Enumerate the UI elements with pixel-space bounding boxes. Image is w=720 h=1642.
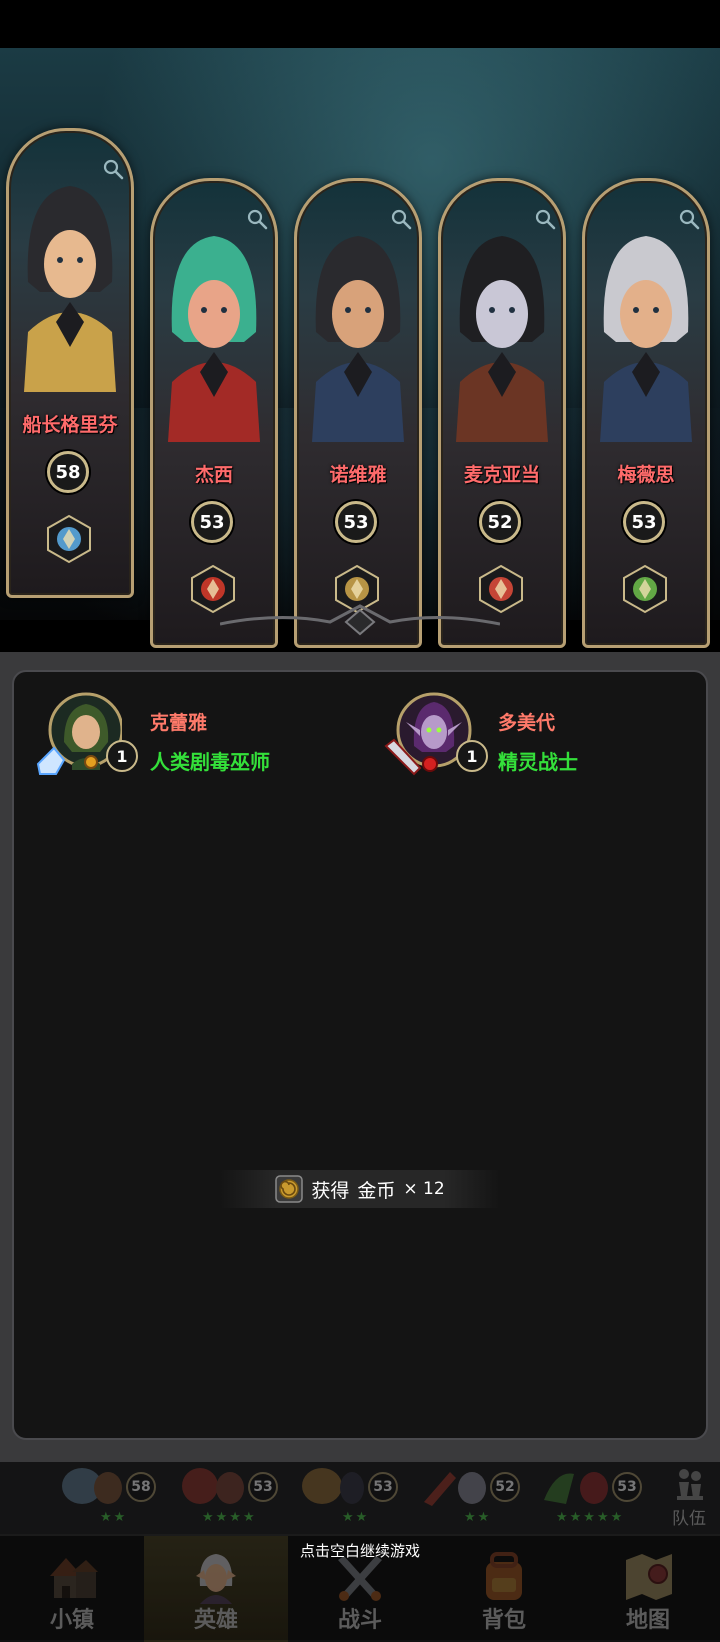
hero-name: 杰西 (194, 464, 233, 486)
hero-level-badge: 53 (191, 501, 233, 543)
recruit-card-claire[interactable]: 1 克蕾雅 人类剧毒巫师 (34, 682, 334, 782)
toast-prefix: 获得 (311, 1179, 350, 1202)
hero-level-badge: 52 (479, 501, 521, 543)
hero-portrait (312, 236, 404, 442)
hero-portrait (24, 186, 116, 392)
team-portrait (182, 1468, 244, 1504)
hero-level-badge: 53 (335, 501, 377, 543)
nav-label: 战斗 (337, 1608, 382, 1633)
team-slot[interactable]: 53 ★★ (292, 1462, 402, 1534)
hero-portrait (600, 236, 692, 442)
magnify-icon[interactable] (678, 208, 700, 230)
recruit-class: 人类剧毒巫师 (150, 750, 270, 774)
hero-name: 船长格里芬 (22, 414, 118, 436)
team-slot[interactable]: 52 ★★ (414, 1462, 524, 1534)
hero-card-jesse[interactable]: 杰西 53 (150, 178, 278, 648)
toast-count: × 12 (403, 1179, 445, 1199)
team-level-badge: 58 (126, 1472, 156, 1502)
hero-name: 麦克亚当 (463, 464, 540, 486)
hero-name: 诺维雅 (329, 464, 387, 486)
recruit-class: 精灵战士 (498, 750, 578, 774)
team-label: 队伍 (672, 1509, 706, 1529)
chess-pawn-icon (677, 1469, 703, 1500)
recruit-level-badge: 1 (106, 740, 138, 772)
team-portrait (62, 1468, 122, 1504)
status-bar (0, 0, 720, 48)
toast-item: 金币 (357, 1179, 396, 1202)
team-level-badge: 52 (490, 1472, 520, 1502)
nav-label: 背包 (481, 1608, 526, 1633)
nav-label: 英雄 (193, 1608, 238, 1633)
hero-card-mavis[interactable]: 梅薇思 53 (582, 178, 710, 648)
magnify-icon[interactable] (534, 208, 556, 230)
star-rating: ★★ (100, 1510, 128, 1525)
reward-toast: 获得 金币 × 12 (220, 1170, 500, 1208)
hero-card-mcadam[interactable]: 麦克亚当 52 (438, 178, 566, 648)
star-rating: ★★ (342, 1510, 370, 1525)
team-button[interactable]: 队伍 (658, 1462, 720, 1534)
hero-card-novia[interactable]: 诺维雅 53 (294, 178, 422, 648)
team-portrait (544, 1472, 608, 1504)
bow-icon (623, 564, 667, 614)
team-slot[interactable]: 53 ★★★★ (172, 1462, 282, 1534)
hero-level-badge: 58 (47, 451, 89, 493)
team-level-badge: 53 (248, 1472, 278, 1502)
star-rating: ★★ (464, 1510, 492, 1525)
team-level-badge: 53 (368, 1472, 398, 1502)
team-portrait (302, 1468, 364, 1504)
orb-staff-icon (47, 514, 91, 564)
hero-portrait (168, 236, 260, 442)
magnify-icon[interactable] (246, 208, 268, 230)
team-strip: 58 ★★ 53 ★★★★ 53 ★★ 52 ★★ 53 ★★★★★ (0, 1462, 720, 1534)
divider-ornament (220, 604, 500, 636)
coin-icon (275, 1175, 304, 1203)
hero-portrait (456, 236, 548, 442)
magnify-icon[interactable] (390, 208, 412, 230)
star-rating: ★★★★ (202, 1510, 257, 1525)
hero-name: 梅薇思 (617, 464, 675, 486)
continue-hint[interactable]: 点击空白继续游戏 (0, 1540, 720, 1561)
nav-label: 地图 (625, 1608, 670, 1633)
nav-label: 小镇 (49, 1608, 94, 1633)
recruit-name: 克蕾雅 (150, 712, 208, 734)
recruit-level-badge: 1 (456, 740, 488, 772)
team-level-badge: 53 (612, 1472, 642, 1502)
recruit-card-domedai[interactable]: 1 多美代 精灵战士 (384, 682, 684, 782)
star-rating: ★★★★★ (556, 1510, 625, 1525)
recruit-panel[interactable] (12, 670, 708, 1440)
team-slot[interactable]: 53 ★★★★★ (536, 1462, 646, 1534)
team-slot[interactable]: 58 ★★ (50, 1462, 160, 1534)
magnify-icon[interactable] (102, 158, 124, 180)
team-portrait (424, 1472, 486, 1506)
hero-card-griffin[interactable]: 船长格里芬 58 (6, 128, 134, 598)
hero-level-badge: 53 (623, 501, 665, 543)
recruit-name: 多美代 (498, 712, 556, 734)
